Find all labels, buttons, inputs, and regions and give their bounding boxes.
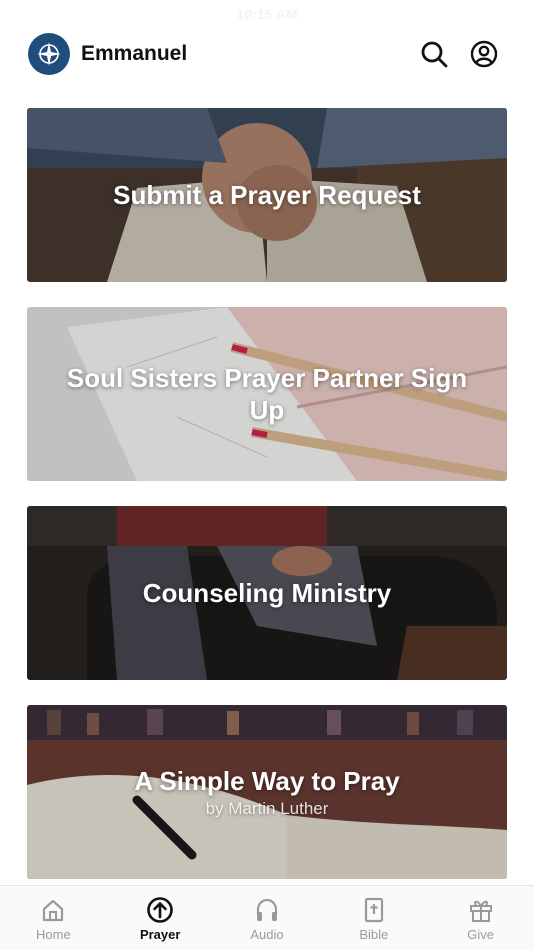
card-title: Soul Sisters Prayer Partner Sign Up bbox=[66, 363, 468, 425]
status-time: 10:15 AM bbox=[236, 6, 298, 22]
card-simple-way-to-pray[interactable]: A Simple Way to Pray by Martin Luther bbox=[27, 705, 507, 879]
card-title: Submit a Prayer Request bbox=[113, 180, 421, 210]
headphones-icon bbox=[256, 898, 278, 921]
compass-logo-icon bbox=[37, 42, 61, 66]
card-soul-sisters-signup[interactable]: Soul Sisters Prayer Partner Sign Up bbox=[27, 307, 507, 481]
tab-bible[interactable]: Bible bbox=[320, 886, 427, 950]
card-counseling-ministry[interactable]: Counseling Ministry bbox=[27, 506, 507, 680]
bottom-tab-bar: Home Prayer Audio Bible Give bbox=[0, 885, 534, 950]
tab-home-label: Home bbox=[36, 927, 71, 942]
card-text: Counseling Ministry bbox=[27, 506, 507, 680]
card-title: Counseling Ministry bbox=[142, 578, 392, 608]
card-title: A Simple Way to Pray bbox=[134, 766, 400, 796]
prayer-arrow-icon bbox=[147, 897, 173, 923]
card-text: Soul Sisters Prayer Partner Sign Up bbox=[27, 307, 507, 481]
card-subtitle: by Martin Luther bbox=[205, 799, 329, 818]
gift-icon bbox=[469, 900, 492, 922]
profile-icon[interactable] bbox=[470, 40, 498, 68]
home-icon bbox=[43, 899, 64, 922]
top-bar: Emmanuel bbox=[28, 32, 498, 76]
search-icon[interactable] bbox=[420, 40, 448, 68]
app-title: Emmanuel bbox=[81, 42, 188, 65]
card-text: A Simple Way to Pray by Martin Luther bbox=[27, 705, 507, 879]
tab-give-label: Give bbox=[467, 927, 494, 942]
app-logo[interactable] bbox=[28, 33, 70, 75]
tab-prayer[interactable]: Prayer bbox=[107, 886, 214, 950]
bible-icon bbox=[364, 897, 383, 923]
tab-prayer-label: Prayer bbox=[139, 927, 181, 942]
tab-home[interactable]: Home bbox=[0, 886, 107, 950]
tab-audio-label: Audio bbox=[250, 927, 284, 942]
tab-audio[interactable]: Audio bbox=[214, 886, 321, 950]
tab-bible-label: Bible bbox=[359, 927, 389, 942]
card-text: Submit a Prayer Request bbox=[27, 108, 507, 282]
tab-give[interactable]: Give bbox=[427, 886, 534, 950]
card-submit-prayer-request[interactable]: Submit a Prayer Request bbox=[27, 108, 507, 282]
